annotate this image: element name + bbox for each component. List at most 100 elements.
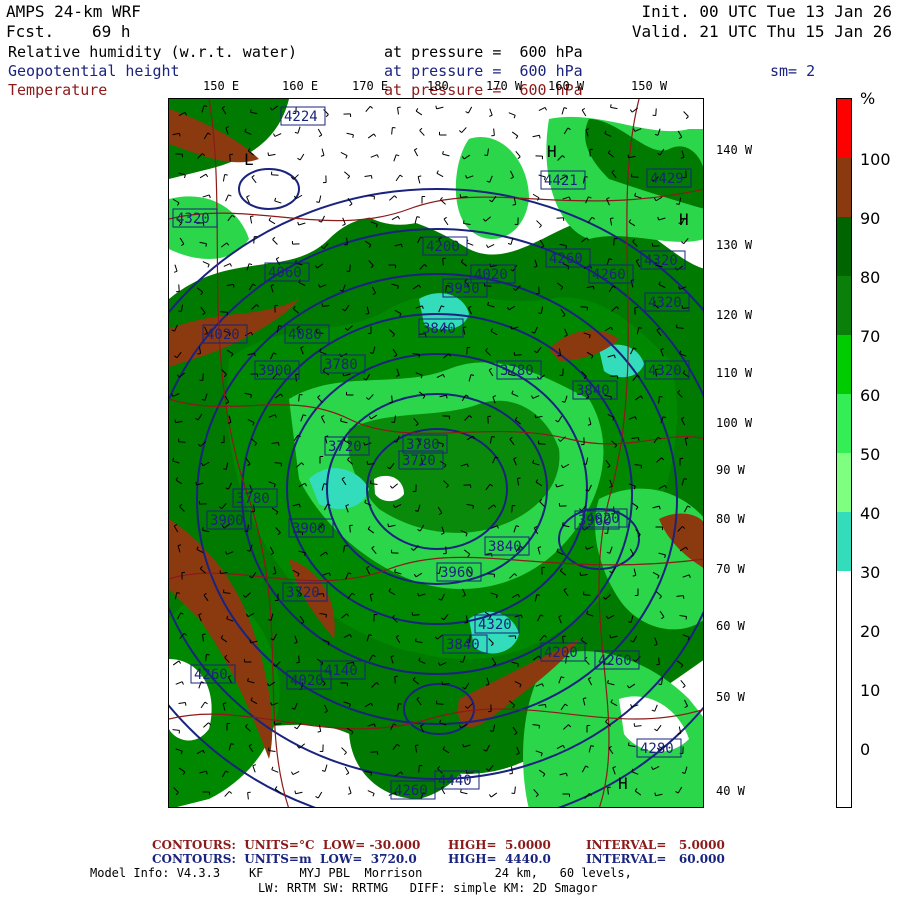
- colorbar-label-100: 100: [860, 150, 891, 169]
- wind-barb: [395, 174, 401, 182]
- wind-barb-flag: [250, 109, 252, 113]
- wind-barb-flag: [676, 203, 680, 205]
- wind-barb: [397, 107, 399, 115]
- svg-text:4080: 4080: [288, 327, 322, 343]
- svg-text:4020: 4020: [206, 327, 240, 343]
- wind-barb: [515, 150, 521, 158]
- high-center-marker: H: [547, 142, 557, 161]
- lat-label-40w: 40 W: [716, 784, 745, 798]
- wind-barb-flag: [465, 111, 469, 114]
- valid-time: Valid. 21 UTC Thu 15 Jan 26: [631, 22, 892, 41]
- wind-barb-flag: [345, 155, 348, 159]
- weather-map: 4224 4421 4429 4320 4200 4260 4320 4060 4020 4260…: [169, 99, 703, 807]
- svg-text:3720: 3720: [328, 439, 362, 455]
- svg-text:3900: 3900: [292, 521, 326, 537]
- wind-barb-flag: [321, 770, 326, 772]
- colorbar-label-80: 80: [860, 268, 881, 287]
- wind-barb: [202, 261, 210, 265]
- wind-barb-flag: [345, 772, 350, 776]
- wind-barb-flag: [325, 114, 329, 118]
- wind-barb-flag: [178, 133, 181, 137]
- wind-barb-flag: [472, 505, 474, 509]
- svg-text:4260: 4260: [394, 783, 428, 799]
- field-rh-level: at pressure = 600 hPa: [384, 43, 583, 61]
- wind-barb: [321, 148, 325, 156]
- smoothing-label: sm= 2: [770, 62, 816, 80]
- wind-barb-flag: [563, 107, 568, 109]
- model-title: AMPS 24-km WRF: [6, 2, 141, 21]
- colorbar-segment: [837, 99, 851, 158]
- wind-barb: [393, 154, 397, 162]
- wind-barb: [321, 215, 325, 223]
- svg-text:4320: 4320: [176, 211, 210, 227]
- wind-barb-flag: [638, 327, 642, 329]
- svg-text:4224: 4224: [284, 109, 318, 125]
- wind-barb: [460, 791, 468, 795]
- model-info-line: Model Info: V4.3.3 KF MYJ PBL Morrison 2…: [90, 866, 632, 880]
- colorbar-label-70: 70: [860, 327, 881, 346]
- wind-barb: [511, 766, 513, 774]
- wind-barb: [247, 792, 249, 800]
- wind-barb-flag: [581, 107, 586, 111]
- wind-barb-flag: [316, 201, 320, 203]
- wind-barb: [323, 109, 329, 115]
- lat-label-140w: 140 W: [716, 143, 753, 157]
- wind-barb-flag: [517, 477, 521, 480]
- wind-barb: [538, 107, 546, 111]
- wind-barb-flag: [294, 726, 298, 730]
- wind-barb-flag: [538, 312, 542, 314]
- wind-barb-flag: [681, 241, 685, 245]
- svg-text:3960: 3960: [440, 565, 474, 581]
- lat-label-70w: 70 W: [716, 562, 745, 576]
- colorbar-segment: [837, 276, 851, 335]
- wind-barb-flag: [297, 221, 300, 226]
- wind-barb-flag: [272, 236, 276, 240]
- wind-barb-flag: [176, 592, 180, 594]
- svg-text:4200: 4200: [544, 645, 578, 661]
- wind-barb: [348, 786, 352, 794]
- wind-barb: [343, 171, 351, 177]
- wind-barb: [610, 106, 618, 110]
- svg-text:3840: 3840: [576, 383, 610, 399]
- svg-text:4280: 4280: [640, 741, 674, 757]
- wind-barb-flag: [441, 681, 444, 685]
- wind-barb-flag: [443, 216, 447, 220]
- wind-barb: [222, 174, 226, 182]
- wind-barb-flag: [294, 131, 299, 134]
- wind-barb: [493, 128, 495, 136]
- high-center-marker: H: [618, 774, 628, 793]
- wind-barb: [532, 134, 540, 138]
- height-contour-interval: INTERVAL= 60.000: [586, 852, 725, 866]
- lon-label-150e: 150 E: [203, 79, 240, 93]
- wind-barb: [324, 764, 328, 772]
- wind-barb: [274, 133, 282, 137]
- wind-barb-flag: [174, 419, 177, 423]
- temp-contour-high: HIGH= 5.0000: [448, 838, 551, 852]
- svg-text:4020: 4020: [290, 673, 324, 689]
- wind-barb: [317, 128, 323, 136]
- svg-text:3900: 3900: [258, 363, 292, 379]
- wind-barb-flag: [273, 133, 276, 137]
- wind-barb-flag: [488, 794, 492, 798]
- wind-barb-flag: [369, 105, 373, 109]
- wind-barb: [436, 172, 444, 178]
- wind-barb-flag: [343, 752, 347, 756]
- wind-barb-flag: [347, 792, 352, 795]
- wind-barb: [318, 195, 322, 203]
- svg-text:4260: 4260: [549, 251, 583, 267]
- svg-text:4320: 4320: [478, 617, 512, 633]
- colorbar-segment: [837, 394, 851, 453]
- wind-barb-flag: [534, 414, 537, 418]
- wind-barb: [508, 112, 516, 116]
- colorbar-label-50: 50: [860, 445, 881, 464]
- wind-barb: [225, 194, 229, 202]
- wind-barb-flag: [271, 766, 274, 770]
- wind-barb: [272, 239, 278, 245]
- wind-barb-flag: [435, 105, 438, 109]
- wind-barb-flag: [418, 175, 422, 178]
- wind-barb-flag: [464, 621, 468, 624]
- colorbar-label-30: 30: [860, 563, 881, 582]
- wind-barb-flag: [685, 116, 689, 120]
- wind-barb-flag: [396, 154, 400, 157]
- wind-barb-flag: [246, 195, 250, 198]
